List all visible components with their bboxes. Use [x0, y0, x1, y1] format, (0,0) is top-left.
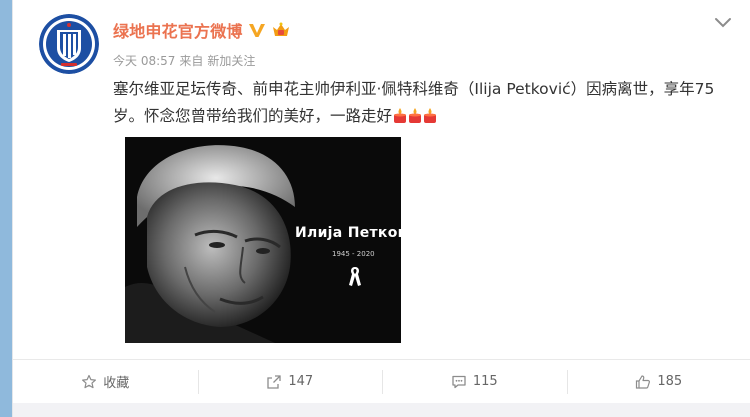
weibo-post-card: 绿地申花官方微博 今天 08:57 来自 新加关注 塞尔维亚足坛传奇、前申花主帅…	[12, 0, 750, 417]
mourning-ribbon-icon	[349, 267, 361, 286]
memorial-photo[interactable]: Илија Петков 1945 - 2020	[125, 137, 401, 343]
like-button[interactable]: 185	[566, 360, 750, 403]
post-from-label: 来自	[179, 54, 204, 68]
photo-caption-name: Илија Петков	[295, 225, 401, 241]
candle-emoji-icon	[394, 108, 407, 123]
verified-badge-icon[interactable]	[248, 21, 266, 39]
footer-strip	[13, 403, 750, 417]
comment-button[interactable]: 115	[382, 360, 567, 403]
post-meta: 今天 08:57 来自 新加关注	[113, 52, 255, 69]
shenhua-logo-icon	[39, 14, 99, 74]
share-icon	[267, 374, 281, 389]
like-count: 185	[657, 374, 683, 389]
comment-icon	[452, 375, 466, 388]
author-avatar[interactable]	[39, 14, 99, 74]
post-time[interactable]: 今天 08:57	[113, 52, 175, 69]
post-source[interactable]: 新加关注	[207, 52, 255, 69]
share-count: 147	[288, 374, 314, 389]
post-text: 塞尔维亚足坛传奇、前申花主帅伊利亚·佩特科维奇（Ilija Petković）因…	[113, 76, 733, 130]
candle-emoji-icon	[409, 108, 422, 123]
action-bar: 收藏 147 115 185	[13, 359, 750, 403]
favorite-label: 收藏	[103, 376, 130, 391]
star-icon	[82, 374, 97, 388]
chevron-down-icon[interactable]	[714, 16, 732, 30]
photo-caption-years: 1945 - 2020	[332, 250, 375, 258]
member-crown-icon[interactable]	[271, 21, 291, 39]
comment-count: 115	[472, 374, 498, 389]
author-name[interactable]: 绿地申花官方微博	[113, 18, 243, 42]
candle-emoji-icon	[424, 108, 437, 123]
share-button[interactable]: 147	[197, 360, 383, 403]
favorite-button[interactable]: 收藏	[13, 360, 198, 403]
thumbs-up-icon	[636, 374, 651, 389]
author-row: 绿地申花官方微博	[113, 18, 291, 42]
